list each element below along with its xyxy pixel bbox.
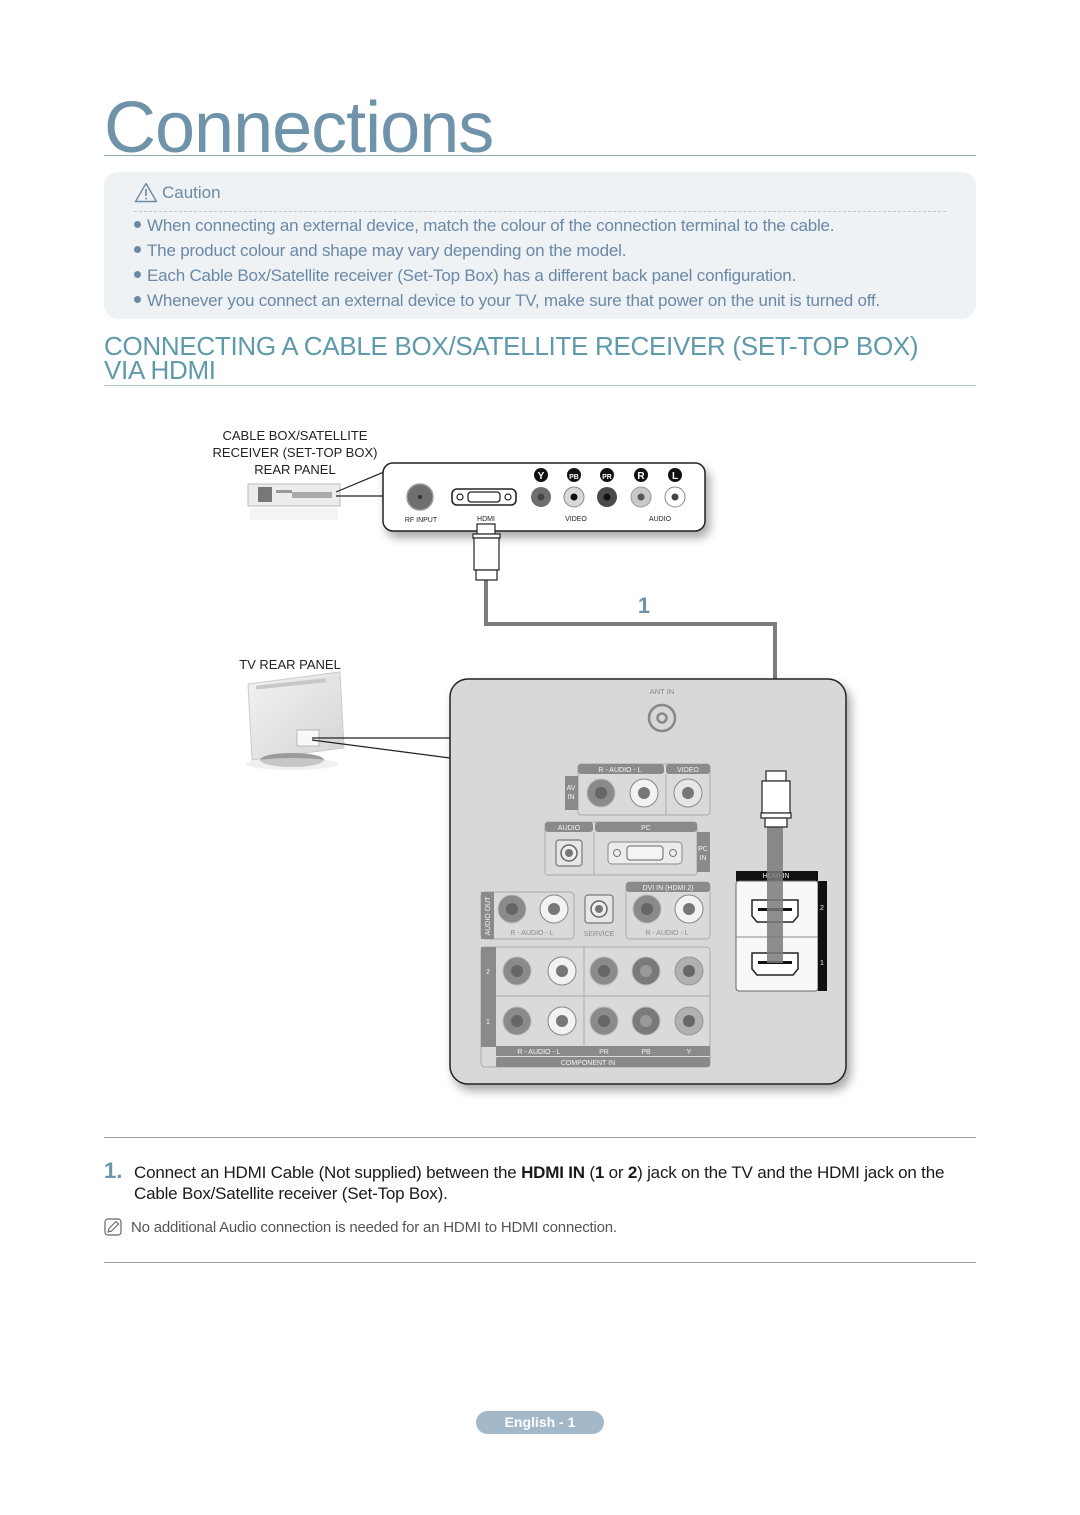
tv-device-thumbnail [246,671,345,770]
stb-video-pr-jack [597,487,617,507]
caution-item: Whenever you connect an external device … [134,288,880,313]
warning-triangle-icon [134,182,158,203]
section-title: CONNECTING A CABLE BOX/SATELLITE RECEIVE… [104,331,976,385]
bottom-divider [104,1262,976,1263]
hdmi-plug-stb [472,523,501,581]
dvi-in-label: DVI IN (HDMI 2) [643,885,694,892]
connection-diagram: CABLE BOX/SATELLITE RECEIVER (SET-TOP BO… [0,400,1080,1120]
step-bold-1: 1 [594,1163,605,1182]
av-in-label-2: IN [568,794,575,801]
pc-label: PC [641,825,651,832]
step-number: 1. [104,1158,123,1183]
step-bold-hdmi-in: HDMI IN [521,1163,585,1182]
jack-letter-r: R [637,471,645,482]
jack-letter-pb: PB [569,474,579,481]
note-text: No additional Audio connection is needed… [131,1218,617,1236]
component-pb-label: PB [641,1049,651,1056]
section-title-line1: CONNECTING A CABLE BOX/SATELLITE RECEIVE… [104,331,919,361]
stb-device-thumbnail [247,483,341,520]
hdmi-in-2-label: 2 [820,905,824,912]
note: No additional Audio connection is needed… [104,1218,617,1236]
hdmi-in-1-label: 1 [820,960,824,967]
caution-divider [134,211,946,212]
caution-item-text: When connecting an external device, matc… [147,216,835,235]
diagram-svg: Y PB PR R L RF INPUT HDMI VIDEO AUDIO 1 [246,462,847,1085]
dvi-sub-label: R - AUDIO - L [645,930,688,937]
av-in-label-1: AV [567,785,576,792]
hdmi-cable-tv-segment [767,826,783,963]
av-video-label: VIDEO [677,767,699,774]
jack-letter-pr: PR [602,474,612,481]
stb-hdmi-port [451,488,517,506]
step-text-part: Connect an HDMI Cable (Not supplied) bet… [134,1163,522,1182]
caution-box: Caution When connecting an external devi… [104,172,976,319]
pc-in-label-2: IN [700,855,707,862]
stb-video-y-jack [531,487,551,507]
stb-video-label: VIDEO [565,516,587,523]
pc-in-label-1: PC [698,846,708,853]
jack-letter-l: L [672,471,678,482]
av-audio-label: R - AUDIO - L [598,767,641,774]
step-text-part: ( [584,1163,595,1182]
component-row1-label: 1 [486,1019,490,1026]
ant-in-label: ANT IN [650,687,674,696]
page-title: Connections [104,88,494,168]
caution-item-text: Each Cable Box/Satellite receiver (Set-T… [147,266,797,285]
section-divider [104,385,976,386]
rf-input-jack [406,483,434,511]
caution-heading-text: Caution [162,182,221,202]
hdmi-plug-tv [760,770,792,828]
component-pr-label: PR [599,1049,609,1056]
step-text-part: or [604,1163,628,1182]
stb-hdmi-label: HDMI [477,516,495,523]
bullet-icon [134,296,141,304]
page-number-badge: English - 1 [476,1411,604,1434]
component-audio-label: R - AUDIO - L [517,1049,560,1056]
bullet-icon [134,271,141,279]
stb-video-pb-jack [563,486,585,508]
audio-out-sub-label: R - AUDIO - L [510,930,553,937]
caution-item: The product colour and shape may vary de… [134,238,880,263]
caution-list: When connecting an external device, matc… [134,213,880,313]
caution-item-text: The product colour and shape may vary de… [147,241,627,260]
audio-out-label: AUDIO OUT [485,896,492,936]
component-row2-label: 2 [486,969,490,976]
step-divider-top [104,1137,976,1138]
service-port [584,894,614,924]
section-title-line2: VIA HDMI [104,355,216,385]
cable-number: 1 [638,593,650,618]
step-text: Connect an HDMI Cable (Not supplied) bet… [134,1162,974,1204]
bullet-icon [134,246,141,254]
caution-item: When connecting an external device, matc… [134,213,880,238]
bullet-icon [134,221,141,229]
component-y-label: Y [687,1049,692,1056]
rf-input-label: RF INPUT [405,517,438,524]
stb-audio-r-jack [630,486,652,508]
pc-audio-label: AUDIO [558,825,581,832]
caution-item-text: Whenever you connect an external device … [147,291,881,310]
note-pencil-icon [104,1218,122,1236]
service-label: SERVICE [584,931,615,938]
component-in-label: COMPONENT IN [561,1060,615,1067]
caution-item: Each Cable Box/Satellite receiver (Set-T… [134,263,880,288]
stb-audio-label: AUDIO [649,516,672,523]
stb-audio-l-jack [664,486,686,508]
title-divider [104,155,976,156]
caution-heading: Caution [134,182,221,203]
step-bold-2: 2 [627,1163,638,1182]
jack-letter-y: Y [538,471,545,482]
